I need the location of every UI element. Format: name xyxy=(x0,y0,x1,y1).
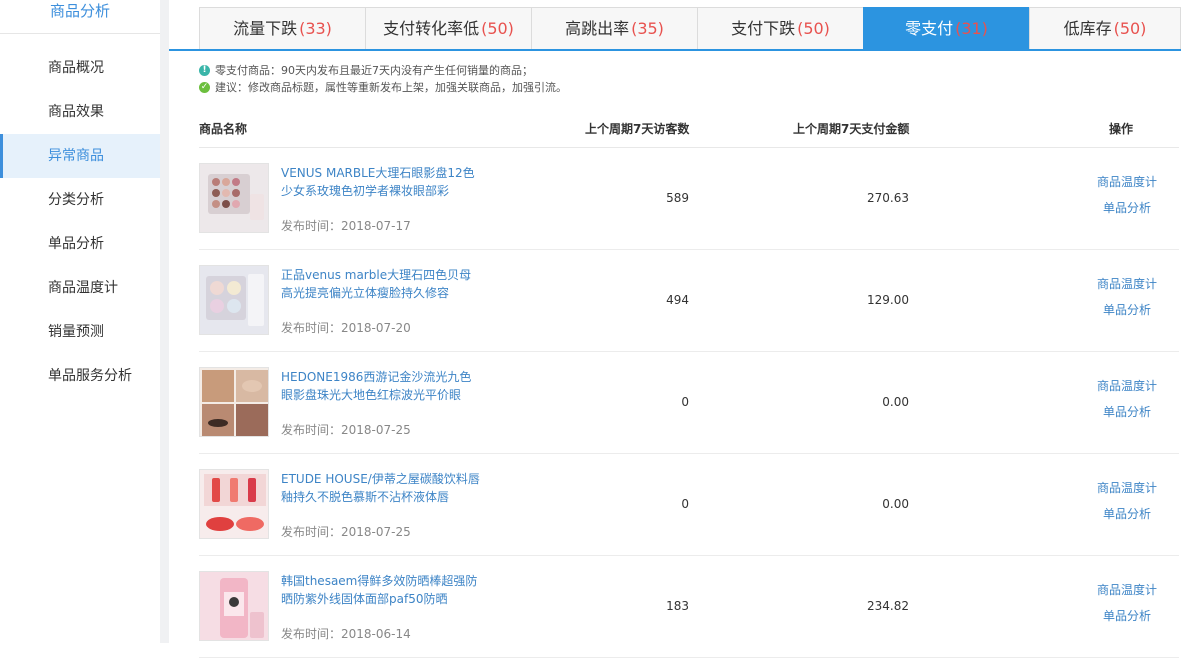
tab-low-conversion[interactable]: 支付转化率低 (50) xyxy=(365,7,531,50)
row-actions: 商品温度计 单品分析 xyxy=(1097,581,1181,633)
visitor-count: 589 xyxy=(666,191,689,205)
publish-date: 发布时间：2018-07-20 xyxy=(281,321,411,335)
tab-zero-payment[interactable]: 零支付 (31) xyxy=(863,7,1029,50)
tab-low-stock[interactable]: 低库存 (50) xyxy=(1029,7,1181,50)
thermometer-link[interactable]: 商品温度计 xyxy=(1097,377,1181,403)
check-icon: ✓ xyxy=(199,82,210,93)
tab-label: 支付转化率低 xyxy=(383,19,480,38)
note-definition: ! 零支付商品：90天内发布且最近7天内没有产生任何销量的商品； xyxy=(199,62,567,79)
analysis-link[interactable]: 单品分析 xyxy=(1097,301,1181,327)
sidebar-item-single[interactable]: 单品分析 xyxy=(0,222,160,266)
main-panel: 流量下跌 (33) 支付转化率低 (50) 高跳出率 (35) 支付下跌 (50) 零支… xyxy=(169,0,1181,658)
product-thumbnail[interactable] xyxy=(199,265,269,335)
tab-count: (35) xyxy=(631,19,664,38)
analysis-link[interactable]: 单品分析 xyxy=(1097,505,1181,531)
tab-count: (50) xyxy=(481,19,514,38)
product-name-link[interactable]: 韩国thesaem得鲜多效防晒棒超强防晒防紫外线固体面部paf50防晒 xyxy=(281,572,481,608)
info-icon: ! xyxy=(199,65,210,76)
payment-amount: 234.82 xyxy=(867,599,909,613)
visitor-count: 0 xyxy=(681,395,689,409)
sidebar-item-thermometer[interactable]: 商品温度计 xyxy=(0,266,160,310)
product-name-link[interactable]: ETUDE HOUSE/伊蒂之屋碳酸饮料唇釉持久不脱色慕斯不沾杯液体唇 xyxy=(281,470,481,506)
row-actions: 商品温度计 单品分析 xyxy=(1097,377,1181,429)
row-actions: 商品温度计 单品分析 xyxy=(1097,479,1181,531)
publish-date: 发布时间：2018-07-25 xyxy=(281,525,411,539)
sidebar: 商品分析 商品概况 商品效果 异常商品 分类分析 单品分析 商品温度计 销量预测… xyxy=(0,0,160,643)
table-header: 商品名称 上个周期7天访客数 上个周期7天支付金额 操作 xyxy=(199,108,1179,148)
sidebar-item-service[interactable]: 单品服务分析 xyxy=(0,354,160,398)
publish-date: 发布时间：2018-06-14 xyxy=(281,627,411,641)
product-table: VENUS MARBLE大理石眼影盘12色少女系玫瑰色初学者裸妆眼部彩 发布时间… xyxy=(199,148,1179,658)
sidebar-item-forecast[interactable]: 销量预测 xyxy=(0,310,160,354)
note-advice: ✓ 建议：修改商品标题，属性等重新发布上架，加强关联商品，加强引流。 xyxy=(199,79,567,96)
row-actions: 商品温度计 单品分析 xyxy=(1097,275,1181,327)
payment-amount: 129.00 xyxy=(867,293,909,307)
tab-count: (50) xyxy=(1113,19,1147,38)
thermometer-link[interactable]: 商品温度计 xyxy=(1097,581,1181,607)
sidebar-item-abnormal[interactable]: 异常商品 xyxy=(0,134,160,178)
payment-amount: 270.63 xyxy=(867,191,909,205)
visitor-count: 494 xyxy=(666,293,689,307)
header-amount: 上个周期7天支付金额 xyxy=(793,122,910,136)
product-name-link[interactable]: HEDONE1986西游记金沙流光九色眼影盘珠光大地色红棕波光平价眼 xyxy=(281,368,481,404)
product-thumbnail[interactable] xyxy=(199,571,269,641)
tab-count: (31) xyxy=(955,19,988,38)
table-row: ETUDE HOUSE/伊蒂之屋碳酸饮料唇釉持久不脱色慕斯不沾杯液体唇 发布时间… xyxy=(199,454,1179,556)
sidebar-item-overview[interactable]: 商品概况 xyxy=(0,46,160,90)
tab-count: (33) xyxy=(299,19,332,38)
tab-label: 高跳出率 xyxy=(565,19,630,38)
tab-bar: 流量下跌 (33) 支付转化率低 (50) 高跳出率 (35) 支付下跌 (50) 零支… xyxy=(199,7,1181,50)
tab-payment-drop[interactable]: 支付下跌 (50) xyxy=(697,7,863,50)
header-name: 商品名称 xyxy=(199,122,248,136)
product-thumbnail[interactable] xyxy=(199,469,269,539)
visitor-count: 0 xyxy=(681,497,689,511)
product-thumbnail[interactable] xyxy=(199,163,269,233)
header-ops: 操作 xyxy=(1109,122,1134,136)
analysis-link[interactable]: 单品分析 xyxy=(1097,403,1181,429)
visitor-count: 183 xyxy=(666,599,689,613)
tab-label: 流量下跌 xyxy=(233,19,298,38)
sidebar-divider xyxy=(160,0,169,643)
product-name-link[interactable]: VENUS MARBLE大理石眼影盘12色少女系玫瑰色初学者裸妆眼部彩 xyxy=(281,164,481,200)
thermometer-link[interactable]: 商品温度计 xyxy=(1097,275,1181,301)
note-advice-text: 建议：修改商品标题，属性等重新发布上架，加强关联商品，加强引流。 xyxy=(215,81,567,94)
note-definition-text: 零支付商品：90天内发布且最近7天内没有产生任何销量的商品； xyxy=(215,64,533,77)
payment-amount: 0.00 xyxy=(882,497,909,511)
publish-date: 发布时间：2018-07-17 xyxy=(281,219,411,233)
tab-label: 支付下跌 xyxy=(731,19,796,38)
table-row: 正品venus marble大理石四色贝母高光提亮偏光立体瘦脸持久修容 发布时间… xyxy=(199,250,1179,352)
sidebar-menu: 商品概况 商品效果 异常商品 分类分析 单品分析 商品温度计 销量预测 单品服务… xyxy=(0,46,160,398)
tab-underline xyxy=(169,49,1181,51)
tab-label: 低库存 xyxy=(1063,19,1112,38)
tab-count: (50) xyxy=(797,19,830,38)
sidebar-item-effect[interactable]: 商品效果 xyxy=(0,90,160,134)
payment-amount: 0.00 xyxy=(882,395,909,409)
thermometer-link[interactable]: 商品温度计 xyxy=(1097,479,1181,505)
table-row: VENUS MARBLE大理石眼影盘12色少女系玫瑰色初学者裸妆眼部彩 发布时间… xyxy=(199,148,1179,250)
row-actions: 商品温度计 单品分析 xyxy=(1097,173,1181,225)
publish-date: 发布时间：2018-07-25 xyxy=(281,423,411,437)
thermometer-link[interactable]: 商品温度计 xyxy=(1097,173,1181,199)
sidebar-item-category[interactable]: 分类分析 xyxy=(0,178,160,222)
table-row: HEDONE1986西游记金沙流光九色眼影盘珠光大地色红棕波光平价眼 发布时间：… xyxy=(199,352,1179,454)
tab-traffic-drop[interactable]: 流量下跌 (33) xyxy=(199,7,365,50)
analysis-link[interactable]: 单品分析 xyxy=(1097,199,1181,225)
notes: ! 零支付商品：90天内发布且最近7天内没有产生任何销量的商品； ✓ 建议：修改… xyxy=(199,62,567,96)
product-name-link[interactable]: 正品venus marble大理石四色贝母高光提亮偏光立体瘦脸持久修容 xyxy=(281,266,481,302)
sidebar-title: 商品分析 xyxy=(0,0,160,34)
header-visitors: 上个周期7天访客数 xyxy=(585,122,690,136)
tab-high-bounce[interactable]: 高跳出率 (35) xyxy=(531,7,697,50)
tab-label: 零支付 xyxy=(905,19,954,38)
product-thumbnail[interactable] xyxy=(199,367,269,437)
analysis-link[interactable]: 单品分析 xyxy=(1097,607,1181,633)
